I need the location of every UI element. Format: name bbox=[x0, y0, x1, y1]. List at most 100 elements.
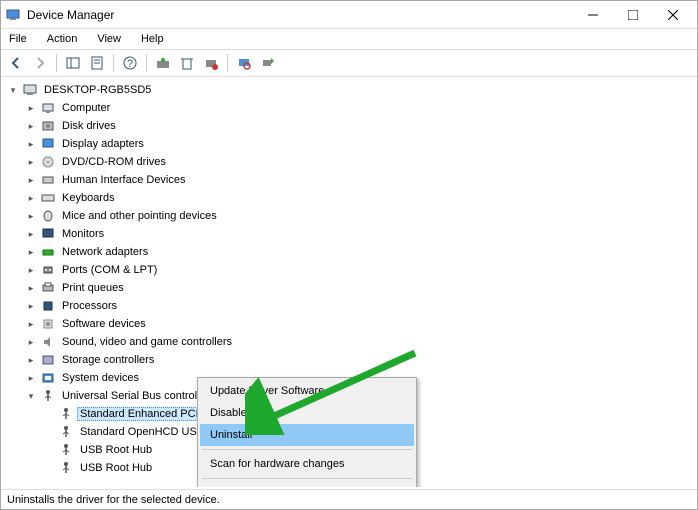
tree-category[interactable]: ▸ Monitors bbox=[3, 225, 695, 243]
spacer bbox=[43, 462, 55, 474]
category-label: Universal Serial Bus controllers bbox=[59, 389, 218, 403]
disable-button[interactable] bbox=[200, 52, 222, 74]
minimize-button[interactable] bbox=[573, 2, 613, 28]
separator bbox=[202, 449, 412, 450]
expand-icon[interactable]: ▸ bbox=[25, 282, 37, 294]
expand-icon[interactable]: ▸ bbox=[25, 228, 37, 240]
ctx-disable[interactable]: Disable bbox=[200, 402, 414, 424]
close-button[interactable] bbox=[653, 2, 693, 28]
expand-icon[interactable]: ▸ bbox=[25, 318, 37, 330]
tree-category[interactable]: ▸Display adapters bbox=[3, 135, 695, 153]
forward-button[interactable] bbox=[29, 52, 51, 74]
tree-category[interactable]: ▸ Human Interface Devices bbox=[3, 171, 695, 189]
tree-root[interactable]: ▾ DESKTOP-RGB5SD5 bbox=[3, 81, 695, 99]
menu-bar: File Action View Help bbox=[1, 29, 697, 49]
expand-icon[interactable]: ▸ bbox=[25, 120, 37, 132]
mouse-icon bbox=[40, 208, 56, 224]
category-label: Human Interface Devices bbox=[59, 173, 189, 187]
category-label: Network adapters bbox=[59, 245, 151, 259]
tree-category[interactable]: ▸Print queues bbox=[3, 279, 695, 297]
collapse-icon[interactable]: ▾ bbox=[7, 84, 19, 96]
ctx-scan[interactable]: Scan for hardware changes bbox=[200, 453, 414, 475]
tree-category[interactable]: ▸ Software devices bbox=[3, 315, 695, 333]
usb-icon bbox=[58, 442, 74, 458]
keyboard-icon bbox=[40, 190, 56, 206]
separator bbox=[146, 54, 147, 72]
back-button[interactable] bbox=[5, 52, 27, 74]
computer-icon bbox=[40, 100, 56, 116]
title-bar: Device Manager bbox=[1, 1, 697, 29]
menu-help[interactable]: Help bbox=[137, 31, 168, 47]
expand-icon[interactable]: ▸ bbox=[25, 300, 37, 312]
hid-icon bbox=[40, 172, 56, 188]
usb-icon bbox=[58, 406, 74, 422]
category-label: Keyboards bbox=[59, 191, 118, 205]
spacer bbox=[43, 444, 55, 456]
expand-icon[interactable]: ▸ bbox=[25, 156, 37, 168]
tree-category[interactable]: ▸ Keyboards bbox=[3, 189, 695, 207]
tree-category[interactable]: ▸ Ports (COM & LPT) bbox=[3, 261, 695, 279]
ctx-update-driver[interactable]: Update Driver Software... bbox=[200, 380, 414, 402]
expand-icon[interactable]: ▾ bbox=[25, 390, 37, 402]
system-icon bbox=[40, 370, 56, 386]
expand-icon[interactable]: ▸ bbox=[25, 264, 37, 276]
show-hide-tree-button[interactable] bbox=[62, 52, 84, 74]
category-label: Ports (COM & LPT) bbox=[59, 263, 160, 277]
expand-icon[interactable]: ▸ bbox=[25, 192, 37, 204]
root-label: DESKTOP-RGB5SD5 bbox=[41, 83, 154, 97]
menu-action[interactable]: Action bbox=[43, 31, 82, 47]
expand-icon[interactable]: ▸ bbox=[25, 246, 37, 258]
add-legacy-button[interactable] bbox=[257, 52, 279, 74]
app-icon bbox=[5, 7, 21, 23]
ctx-uninstall[interactable]: Uninstall bbox=[200, 424, 414, 446]
tree-category[interactable]: ▸ Sound, video and game controllers bbox=[3, 333, 695, 351]
menu-view[interactable]: View bbox=[93, 31, 125, 47]
tree-category[interactable]: ▸ Network adapters bbox=[3, 243, 695, 261]
tree-category[interactable]: ▸Processors bbox=[3, 297, 695, 315]
category-label: Computer bbox=[59, 101, 113, 115]
help-button[interactable]: ? bbox=[119, 52, 141, 74]
network-icon bbox=[40, 244, 56, 260]
expand-icon[interactable]: ▸ bbox=[25, 372, 37, 384]
toolbar: ? bbox=[1, 49, 697, 77]
sound-icon bbox=[40, 334, 56, 350]
tree-category[interactable]: ▸ DVD/CD-ROM drives bbox=[3, 153, 695, 171]
window-title: Device Manager bbox=[27, 8, 573, 22]
monitor-icon bbox=[40, 226, 56, 242]
software-icon bbox=[40, 316, 56, 332]
device-label: Standard OpenHCD USB bbox=[77, 425, 207, 439]
category-label: Sound, video and game controllers bbox=[59, 335, 235, 349]
expand-icon[interactable]: ▸ bbox=[25, 138, 37, 150]
device-tree[interactable]: ▾ DESKTOP-RGB5SD5 ▸Computer▸Disk drives▸… bbox=[1, 77, 697, 487]
ctx-properties[interactable]: Properties bbox=[200, 482, 414, 487]
status-text: Uninstalls the driver for the selected d… bbox=[7, 494, 220, 506]
expand-icon[interactable]: ▸ bbox=[25, 210, 37, 222]
expand-icon[interactable]: ▸ bbox=[25, 336, 37, 348]
category-label: DVD/CD-ROM drives bbox=[59, 155, 169, 169]
uninstall-button[interactable] bbox=[176, 52, 198, 74]
usb-icon bbox=[40, 388, 56, 404]
spacer bbox=[43, 408, 55, 420]
category-label: System devices bbox=[59, 371, 142, 385]
tree-category[interactable]: ▸ Mice and other pointing devices bbox=[3, 207, 695, 225]
menu-file[interactable]: File bbox=[5, 31, 31, 47]
category-label: Storage controllers bbox=[59, 353, 157, 367]
device-label: USB Root Hub bbox=[77, 443, 155, 457]
tree-category[interactable]: ▸ Computer bbox=[3, 99, 695, 117]
category-label: Monitors bbox=[59, 227, 107, 241]
storage-icon bbox=[40, 352, 56, 368]
expand-icon[interactable]: ▸ bbox=[25, 102, 37, 114]
tree-category[interactable]: ▸Disk drives bbox=[3, 117, 695, 135]
properties-button[interactable] bbox=[86, 52, 108, 74]
maximize-button[interactable] bbox=[613, 2, 653, 28]
update-driver-button[interactable] bbox=[152, 52, 174, 74]
tree-category[interactable]: ▸ Storage controllers bbox=[3, 351, 695, 369]
category-label: Mice and other pointing devices bbox=[59, 209, 220, 223]
category-label: Software devices bbox=[59, 317, 149, 331]
usb-icon bbox=[58, 460, 74, 476]
status-bar: Uninstalls the driver for the selected d… bbox=[1, 489, 697, 509]
scan-hardware-button[interactable] bbox=[233, 52, 255, 74]
port-icon bbox=[40, 262, 56, 278]
expand-icon[interactable]: ▸ bbox=[25, 354, 37, 366]
expand-icon[interactable]: ▸ bbox=[25, 174, 37, 186]
